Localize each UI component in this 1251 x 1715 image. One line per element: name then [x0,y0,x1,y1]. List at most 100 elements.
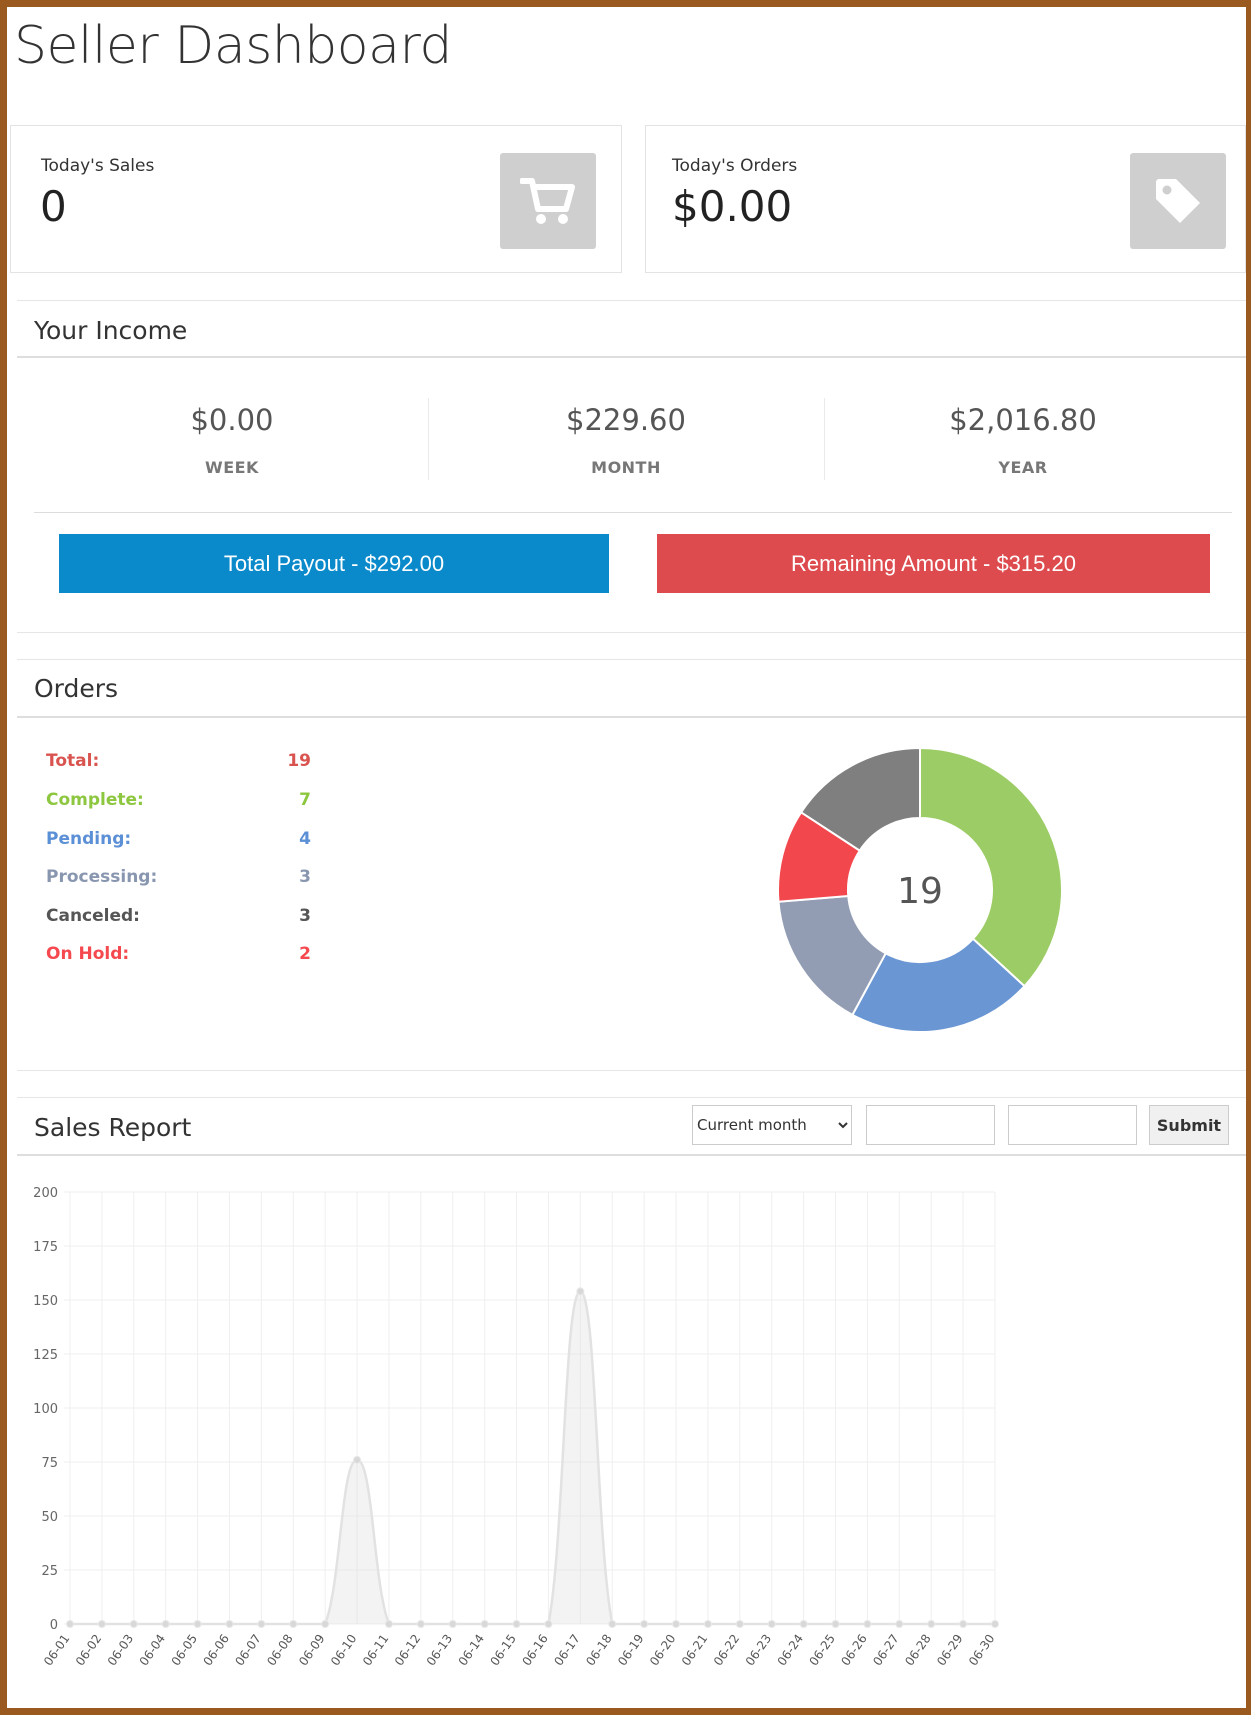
sales-data-point [799,1620,808,1628]
x-tick-label: 06-01 [41,1632,72,1669]
sales-data-point [959,1620,968,1628]
submit-button[interactable]: Submit [1149,1105,1229,1145]
orders-panel-top-border [17,659,1246,660]
sales-report-chart: 025507510012515017520006-01 06-02 06-03 06-… [33,1186,999,1669]
sales-data-point [640,1620,649,1628]
income-year-amount: $2,016.80 [949,403,1097,437]
today-sales-label: Today's Sales [41,156,155,176]
income-header-divider [17,356,1246,358]
today-sales-value: 0 [40,182,67,231]
orders-complete-label: Complete: [46,790,144,810]
orders-total-row: Total: 19 [46,751,311,775]
x-tick-label: 06-08 [264,1632,295,1669]
sales-data-point [257,1620,266,1628]
sales-area-fill [70,1291,995,1624]
orders-pending-row: Pending: 4 [46,829,311,853]
orders-summary-list: Total: 19 Complete: 7 Pending: 4 Process… [46,751,346,981]
orders-canceled-value: 3 [299,906,311,926]
y-tick-label: 175 [33,1240,58,1255]
income-month-amount: $229.60 [566,403,686,437]
sales-data-point [321,1620,330,1628]
x-tick-label: 06-14 [456,1632,487,1669]
y-tick-label: 75 [41,1456,58,1471]
x-tick-label: 06-13 [424,1632,455,1669]
orders-onhold-row: On Hold: 2 [46,944,311,968]
today-orders-value: $0.00 [672,182,793,231]
end-date-input[interactable] [1008,1105,1137,1145]
sales-data-point [576,1287,585,1296]
sales-data-point [384,1620,393,1628]
sales-data-point [225,1620,234,1628]
total-payout-button[interactable]: Total Payout - $292.00 [59,534,609,593]
orders-complete-row: Complete: 7 [46,790,311,814]
x-tick-label: 06-30 [966,1632,997,1669]
tag-icon [1130,153,1226,249]
sales-data-point [448,1620,457,1628]
x-tick-label: 06-10 [328,1632,359,1669]
x-tick-label: 06-18 [583,1632,614,1669]
y-tick-label: 150 [33,1294,58,1309]
x-tick-label: 06-26 [838,1632,869,1669]
y-tick-label: 200 [33,1186,58,1201]
sales-data-point [703,1620,712,1628]
page-title: Seller Dashboard [14,16,452,76]
orders-processing-label: Processing: [46,867,158,887]
orders-pending-value: 4 [299,829,311,849]
orders-donut-chart: 19 [777,746,1063,1033]
sales-data-point [767,1620,776,1628]
date-range-select[interactable]: Current month [692,1105,852,1145]
orders-total-label: Total: [46,751,100,771]
today-orders-label: Today's Orders [672,156,798,176]
sales-data-point [480,1620,489,1628]
sales-data-point [161,1620,170,1628]
sales-data-point [895,1620,904,1628]
income-year-label: YEAR [998,458,1048,477]
y-tick-label: 50 [41,1510,58,1525]
sales-data-point [831,1620,840,1628]
sales-data-point [991,1620,999,1628]
income-panel-top-border [17,300,1246,301]
cart-icon [500,153,596,249]
x-tick-label: 06-24 [775,1632,806,1669]
orders-pending-label: Pending: [46,829,132,849]
remaining-amount-button[interactable]: Remaining Amount - $315.20 [657,534,1210,593]
sales-series-line [69,1290,995,1626]
x-tick-label: 06-19 [615,1632,646,1669]
x-tick-label: 06-20 [647,1632,678,1669]
sales-data-point [512,1620,521,1628]
x-tick-label: 06-25 [807,1632,838,1669]
sales-data-point [544,1620,553,1628]
orders-onhold-label: On Hold: [46,944,130,964]
sales-data-point [129,1620,138,1628]
today-orders-card: Today's Orders $0.00 [645,125,1246,273]
x-tick-label: 06-03 [105,1632,136,1669]
orders-onhold-value: 2 [299,944,311,964]
x-tick-label: 06-21 [679,1632,710,1669]
y-tick-label: 125 [33,1348,58,1363]
income-week-label: WEEK [205,458,259,477]
y-tick-label: 100 [33,1402,58,1417]
income-week-amount: $0.00 [190,403,274,437]
sales-data-point [97,1620,106,1628]
x-tick-label: 06-23 [743,1632,774,1669]
x-tick-label: 06-12 [392,1632,423,1669]
x-tick-label: 06-27 [870,1632,901,1669]
income-divider [428,398,429,480]
y-tick-label: 0 [50,1618,58,1633]
x-tick-label: 06-16 [519,1632,550,1669]
orders-panel-bottom-border [17,1070,1246,1071]
income-divider [824,398,825,480]
sales-data-point [672,1620,681,1628]
sales-data-point [927,1620,936,1628]
x-tick-label: 06-15 [488,1632,519,1669]
orders-processing-row: Processing: 3 [46,867,311,891]
income-month-label: MONTH [591,458,661,477]
x-tick-label: 06-07 [232,1632,263,1669]
x-tick-label: 06-09 [296,1632,327,1669]
start-date-input[interactable] [866,1105,995,1145]
orders-title: Orders [34,674,119,703]
x-tick-label: 06-29 [934,1632,965,1669]
sales-data-point [416,1620,425,1628]
x-tick-label: 06-06 [200,1632,231,1669]
x-tick-label: 06-11 [360,1632,391,1669]
